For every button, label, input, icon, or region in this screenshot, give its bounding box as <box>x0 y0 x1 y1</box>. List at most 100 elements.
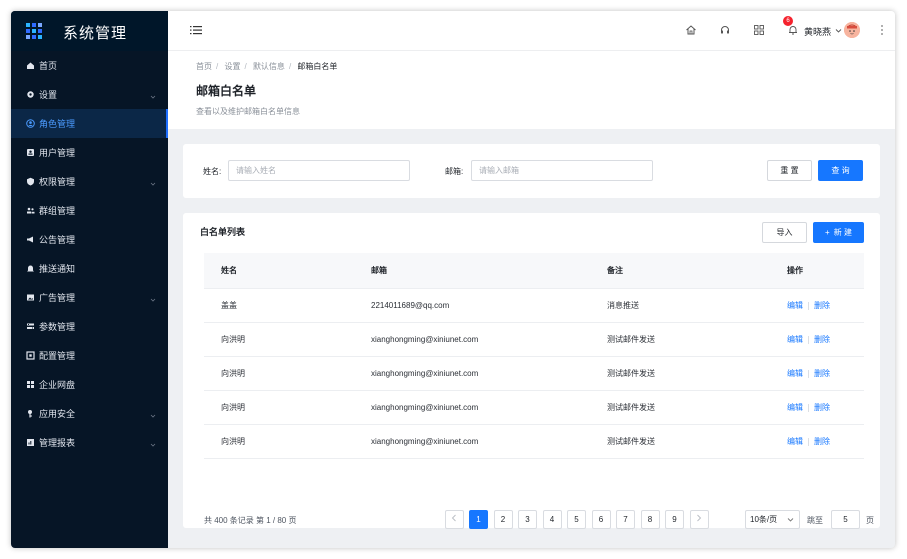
search-button[interactable]: 查 询 <box>818 160 863 181</box>
sidebar-item-5[interactable]: 群组管理 <box>11 196 168 225</box>
gear-icon <box>26 90 35 99</box>
cell-actions: 编辑 删除 <box>787 323 830 356</box>
sidebar-item-label: 公告管理 <box>39 235 76 245</box>
table-row: 向洪明 xianghongming@xiniunet.com 测试邮件发送 编辑 删除 <box>204 425 864 459</box>
sidebar-item-0[interactable]: 首页 <box>11 51 168 80</box>
chevron-down-icon[interactable] <box>835 27 842 34</box>
new-button[interactable]: + 新 建 <box>813 222 864 243</box>
page-button[interactable]: 4 <box>542 510 562 529</box>
delete-link[interactable]: 删除 <box>814 402 830 413</box>
page-size-select[interactable]: 10条/页 <box>745 510 800 529</box>
apps-grid-icon[interactable] <box>753 24 765 36</box>
headset-icon[interactable] <box>719 24 731 36</box>
email-input[interactable]: 请输入邮箱 <box>471 160 653 181</box>
sidebar-item-13[interactable]: 管理报表 <box>11 428 168 457</box>
jump-label: 跳至 <box>807 516 823 525</box>
sidebar-item-label: 推送通知 <box>39 264 76 274</box>
sidebar-item-label: 应用安全 <box>39 409 76 419</box>
page-title: 邮箱白名单 <box>196 84 257 98</box>
table-title: 白名单列表 <box>200 227 246 237</box>
brand[interactable]: 系统管理 <box>11 11 168 51</box>
delete-link[interactable]: 删除 <box>814 436 830 447</box>
delete-link[interactable]: 删除 <box>814 300 830 311</box>
page-button[interactable]: 3 <box>518 510 537 529</box>
page-description: 查看以及维护邮箱白名单信息 <box>196 107 300 116</box>
cell-name: 盖盖 <box>221 301 237 310</box>
sidebar-item-4[interactable]: 权限管理 <box>11 167 168 196</box>
avatar[interactable] <box>844 22 860 38</box>
grid-icon <box>26 380 35 389</box>
megaphone-icon <box>26 235 35 244</box>
jump-unit: 页 <box>866 516 874 525</box>
sidebar-item-3[interactable]: 用户管理 <box>11 138 168 167</box>
menu-toggle-icon[interactable] <box>190 24 202 36</box>
edit-link[interactable]: 编辑 <box>787 402 803 413</box>
action-divider <box>808 369 809 378</box>
app-grid-logo-icon <box>26 23 42 39</box>
sidebar-item-7[interactable]: 推送通知 <box>11 254 168 283</box>
chevron-down-icon <box>150 295 156 302</box>
chevron-down-icon <box>787 518 794 522</box>
sidebar-item-2[interactable]: 角色管理 <box>11 109 168 138</box>
import-button[interactable]: 导入 <box>762 222 807 243</box>
sidebar-item-12[interactable]: 应用安全 <box>11 399 168 428</box>
edit-link[interactable]: 编辑 <box>787 334 803 345</box>
breadcrumb-settings[interactable]: 设置 <box>224 62 240 71</box>
table-header: 姓名 邮箱 备注 操作 <box>204 253 864 289</box>
page-button[interactable]: 1 <box>469 510 488 529</box>
cell-note: 测试邮件发送 <box>607 437 655 446</box>
action-divider <box>808 301 809 310</box>
name-input[interactable]: 请输入姓名 <box>228 160 410 181</box>
page-button[interactable]: 5 <box>567 510 586 529</box>
shield-icon <box>26 177 35 186</box>
cell-actions: 编辑 删除 <box>787 391 830 424</box>
page-button[interactable]: 6 <box>591 510 611 529</box>
jump-page-input[interactable]: 5 <box>831 510 860 529</box>
cell-email: xianghongming@xiniunet.com <box>371 335 479 344</box>
page-button[interactable]: 2 <box>493 510 513 529</box>
sidebar-item-6[interactable]: 公告管理 <box>11 225 168 254</box>
edit-link[interactable]: 编辑 <box>787 368 803 379</box>
next-page-button[interactable] <box>689 510 709 529</box>
sidebar-menu: 首页设置 角色管理 用户管理 权限管理 群组管理公告管理推送通知广告管理 参数管理 配置管理… <box>11 51 168 457</box>
action-divider <box>808 437 809 446</box>
page-button[interactable]: 8 <box>640 510 660 529</box>
user-name[interactable]: 黄晓燕 <box>804 25 831 38</box>
column-header-actions: 操作 <box>787 266 803 275</box>
edit-link[interactable]: 编辑 <box>787 436 803 447</box>
report-icon <box>26 438 35 447</box>
reset-button[interactable]: 重 置 <box>767 160 812 181</box>
breadcrumb-default-info[interactable]: 默认信息 <box>253 62 285 71</box>
page-button[interactable]: 7 <box>616 510 635 529</box>
home-icon[interactable] <box>685 24 697 36</box>
notification-badge: 6 <box>783 16 793 26</box>
new-button-label: 新 建 <box>833 228 852 237</box>
prev-page-button[interactable] <box>444 510 464 529</box>
sidebar-item-9[interactable]: 参数管理 <box>11 312 168 341</box>
sidebar-item-label: 首页 <box>39 61 58 71</box>
table-card: 白名单列表 导入 + 新 建 姓名 邮箱 备注 操作 盖盖 2214011689@q… <box>183 213 880 529</box>
pagination-total: 共 400 条记录 第 1 / 80 页 <box>204 516 297 525</box>
cell-name: 向洪明 <box>221 403 245 412</box>
chevron-right-icon <box>697 514 702 522</box>
edit-link[interactable]: 编辑 <box>787 300 803 311</box>
sidebar-item-1[interactable]: 设置 <box>11 80 168 109</box>
id-card-icon <box>26 148 35 157</box>
cell-actions: 编辑 删除 <box>787 425 830 458</box>
sidebar-item-8[interactable]: 广告管理 <box>11 283 168 312</box>
chevron-down-icon <box>150 179 156 186</box>
breadcrumb-current: 邮箱白名单 <box>297 62 338 71</box>
app-title: 系统管理 <box>63 25 128 42</box>
more-vertical-icon[interactable] <box>880 24 884 36</box>
page-button[interactable]: 9 <box>665 510 684 529</box>
bell-icon <box>26 264 35 273</box>
column-header-email: 邮箱 <box>371 266 387 275</box>
delete-link[interactable]: 删除 <box>814 368 830 379</box>
delete-link[interactable]: 删除 <box>814 334 830 345</box>
breadcrumb-home[interactable]: 首页 <box>196 62 212 71</box>
sidebar-item-10[interactable]: 配置管理 <box>11 341 168 370</box>
column-header-name: 姓名 <box>221 266 237 275</box>
home-icon <box>26 61 35 70</box>
sidebar-item-11[interactable]: 企业网盘 <box>11 370 168 399</box>
table-body: 盖盖 2214011689@qq.com 消息推送 编辑 删除 向洪明 xianghongm… <box>204 289 864 459</box>
